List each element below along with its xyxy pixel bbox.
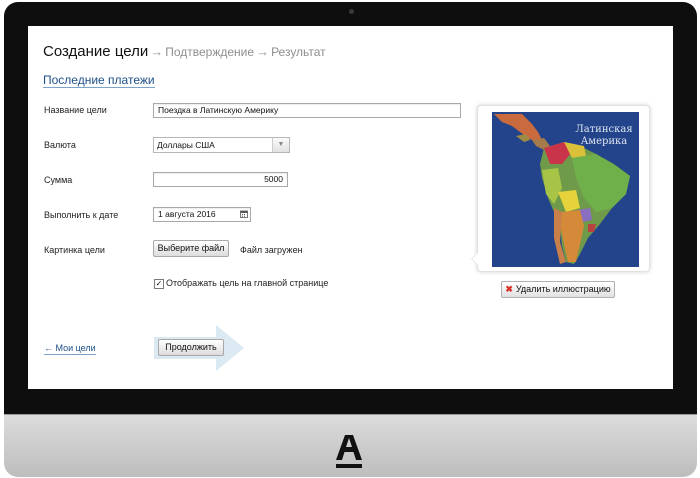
calendar-icon[interactable]	[240, 210, 248, 218]
amount-input[interactable]: 5000	[153, 172, 288, 187]
breadcrumb-arrow: →	[256, 44, 270, 59]
date-value: 1 августа 2016	[158, 209, 216, 219]
date-label: Выполнить к дате	[44, 210, 119, 220]
goal-name-label: Название цели	[44, 105, 107, 115]
screen: Создание цели → Подтверждение → Результат По…	[28, 26, 673, 389]
continue-button[interactable]: Продолжить	[158, 339, 224, 356]
delete-illustration-button[interactable]: ✖ Удалить иллюстрацию	[501, 281, 615, 298]
monitor-chin	[4, 414, 697, 477]
map-caption-line2: Америка	[581, 136, 628, 147]
goal-picture-preview: Латинская Америка	[471, 105, 650, 272]
breadcrumb-step-create: Создание цели	[43, 43, 149, 60]
checkmark-icon: ✓	[155, 279, 163, 288]
x-icon: ✖	[505, 284, 513, 294]
recent-payments-link[interactable]: Последние платежи	[43, 73, 155, 88]
currency-select[interactable]: Доллары США ▼	[153, 137, 290, 153]
my-goals-link[interactable]: ← Мои цели	[44, 343, 96, 355]
monitor: Создание цели → Подтверждение → Результат По…	[4, 2, 697, 477]
currency-label: Валюта	[44, 140, 76, 150]
chevron-down-icon[interactable]: ▼	[272, 138, 289, 152]
picture-label: Картинка цели	[44, 245, 105, 255]
amount-label: Сумма	[44, 175, 73, 185]
show-on-main-label: Отображать цель на главной странице	[166, 278, 329, 288]
camera-dot	[349, 9, 354, 14]
monitor-bezel: Создание цели → Подтверждение → Результат По…	[4, 2, 697, 416]
date-input[interactable]: 1 августа 2016	[153, 207, 251, 222]
goal-name-input[interactable]: Поездка в Латинскую Америку	[153, 103, 461, 118]
choose-file-button[interactable]: Выберите файл	[153, 240, 229, 257]
amount-value: 5000	[264, 174, 283, 184]
goal-name-value: Поездка в Латинскую Америку	[158, 105, 279, 115]
show-on-main-checkbox[interactable]: ✓	[154, 279, 164, 289]
file-status: Файл загружен	[240, 245, 303, 255]
breadcrumb: Создание цели → Подтверждение → Результат	[43, 43, 326, 61]
breadcrumb-step-confirm: Подтверждение	[165, 45, 255, 59]
delete-illustration-label: Удалить иллюстрацию	[515, 284, 611, 294]
alfa-bank-logo	[336, 435, 362, 468]
breadcrumb-step-result: Результат	[271, 45, 326, 59]
latin-america-map-image: Латинская Америка	[492, 112, 639, 267]
map-caption-line1: Латинская	[575, 124, 632, 135]
preview-notch-inner	[472, 253, 478, 265]
currency-value: Доллары США	[157, 140, 215, 150]
breadcrumb-arrow: →	[150, 44, 164, 59]
